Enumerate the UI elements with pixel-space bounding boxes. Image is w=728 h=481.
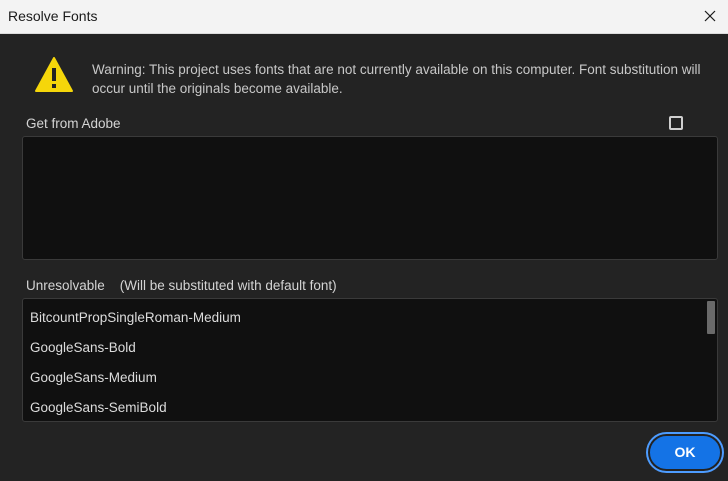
ok-button[interactable]: OK: [650, 436, 720, 469]
window-title: Resolve Fonts: [8, 8, 98, 24]
list-item[interactable]: GoogleSans-Bold: [23, 333, 705, 363]
unresolvable-fonts-list[interactable]: BitcountPropSingleRoman-Medium GoogleSan…: [22, 298, 718, 422]
resolve-fonts-dialog: Warning: This project uses fonts that ar…: [0, 34, 728, 481]
list-item[interactable]: GoogleSans-SemiBold: [23, 393, 705, 421]
list-item[interactable]: BitcountPropSingleRoman-Medium: [23, 303, 705, 333]
get-from-adobe-label: Get from Adobe: [26, 116, 121, 131]
scrollbar[interactable]: [706, 300, 716, 420]
adobe-fonts-list[interactable]: [22, 136, 718, 260]
unresolvable-label: Unresolvable (Will be substituted with d…: [26, 278, 337, 293]
warning-triangle-icon: [34, 56, 74, 94]
warning-message: Warning: This project uses fonts that ar…: [92, 62, 701, 96]
title-bar: Resolve Fonts: [0, 0, 728, 34]
close-icon[interactable]: [700, 6, 720, 26]
font-list: BitcountPropSingleRoman-Medium GoogleSan…: [23, 303, 705, 421]
get-from-adobe-checkbox[interactable]: [669, 116, 683, 130]
list-item[interactable]: GoogleSans-Medium: [23, 363, 705, 393]
scrollbar-thumb[interactable]: [707, 301, 715, 334]
